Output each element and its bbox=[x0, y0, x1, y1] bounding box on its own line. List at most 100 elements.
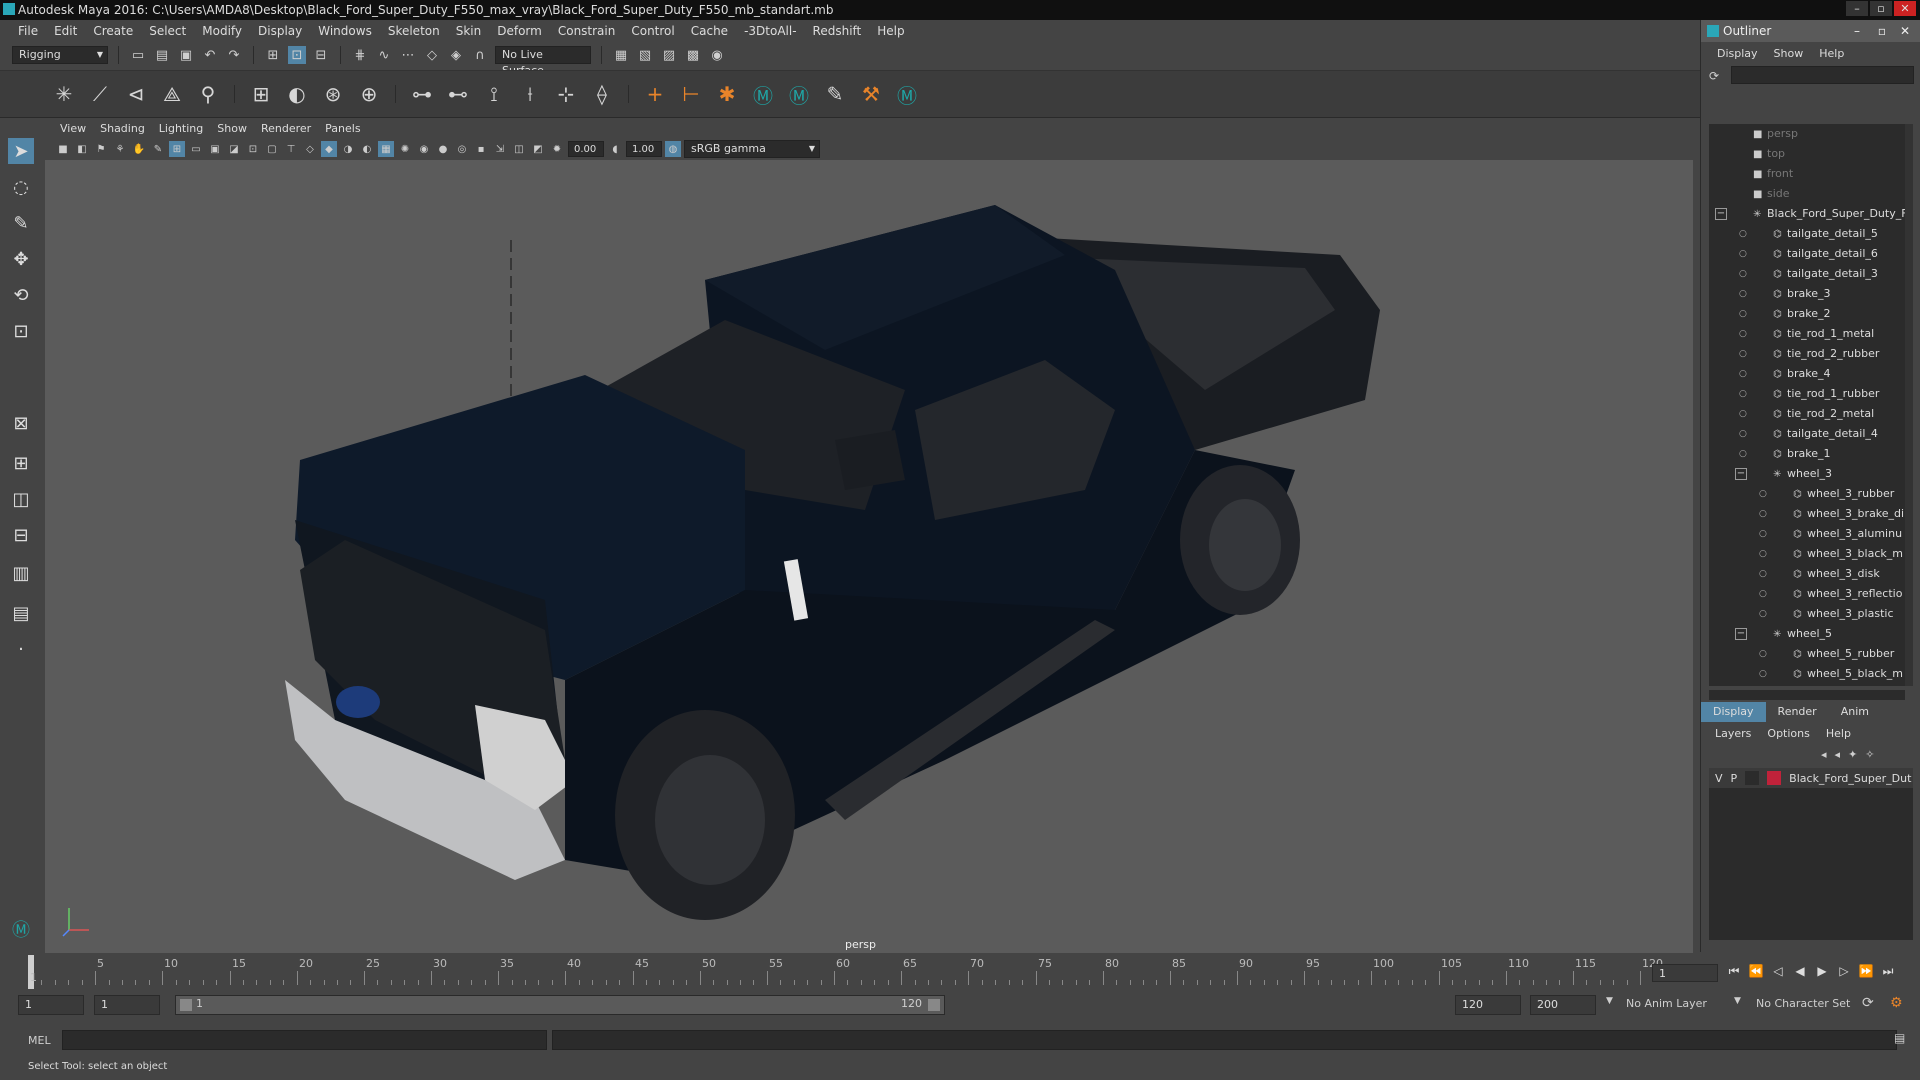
menu-create[interactable]: Create bbox=[85, 24, 141, 38]
locator-icon[interactable]: + bbox=[641, 80, 669, 108]
outliner-item[interactable]: ○ ⌬ wheel_3_reflectio bbox=[1709, 584, 1905, 604]
layer-menu-options[interactable]: Options bbox=[1759, 727, 1817, 740]
menu-display[interactable]: Display bbox=[250, 24, 310, 38]
lasso-tool-icon[interactable]: ◌ bbox=[8, 174, 34, 200]
command-language-label[interactable]: MEL bbox=[28, 1034, 64, 1047]
maximize-icon[interactable]: ▫ bbox=[1870, 1, 1892, 16]
chevron-down-icon[interactable]: ▼ bbox=[1606, 996, 1613, 1006]
minimize-icon[interactable]: – bbox=[1846, 1, 1868, 16]
layer-display-type[interactable] bbox=[1745, 771, 1760, 785]
wire-deformer-icon[interactable]: ⊛ bbox=[319, 80, 347, 108]
hik-character-icon[interactable]: Ⓜ bbox=[893, 80, 921, 108]
go-to-start-icon[interactable]: ⏮ bbox=[1725, 962, 1743, 980]
scale-constraint-icon[interactable]: ⟊ bbox=[516, 80, 544, 108]
outliner-item[interactable]: − ✳ wheel_5 bbox=[1709, 624, 1905, 644]
step-back-frame-icon[interactable]: ◁ bbox=[1769, 962, 1787, 980]
snap-curve-icon[interactable]: ∿ bbox=[375, 46, 393, 64]
outliner-item[interactable]: ○ ⌬ wheel_5_black_m bbox=[1709, 664, 1905, 684]
two-pane-layout-icon[interactable]: ◫ bbox=[8, 486, 34, 512]
viewport[interactable]: persp bbox=[45, 160, 1693, 953]
menu-redshift[interactable]: Redshift bbox=[805, 24, 870, 38]
bind-skin-icon[interactable]: ✱ bbox=[713, 80, 741, 108]
render-view-icon[interactable]: ▩ bbox=[684, 46, 702, 64]
outliner-item[interactable]: ■ top bbox=[1709, 144, 1905, 164]
panel-menu-panels[interactable]: Panels bbox=[318, 122, 367, 135]
snap-view-plane-icon[interactable]: ◇ bbox=[423, 46, 441, 64]
outliner-menu-help[interactable]: Help bbox=[1811, 47, 1852, 60]
menu-cache[interactable]: Cache bbox=[683, 24, 736, 38]
snap-surface-icon[interactable]: ◈ bbox=[447, 46, 465, 64]
outliner-item[interactable]: ○ ⌬ brake_3 bbox=[1709, 284, 1905, 304]
bookmark-icon[interactable]: ⚑ bbox=[93, 141, 109, 157]
menu-set-dropdown[interactable]: Rigging ▼ bbox=[12, 46, 108, 64]
new-layer-from-selection-icon[interactable]: ✧ bbox=[1865, 748, 1874, 761]
mirror-weights-icon[interactable]: ⚒ bbox=[857, 80, 885, 108]
live-surface-field[interactable]: No Live Surface bbox=[495, 46, 591, 77]
menu-file[interactable]: File bbox=[10, 24, 46, 38]
layer-color-swatch[interactable] bbox=[1767, 771, 1782, 785]
pole-vector-icon[interactable]: ⟠ bbox=[588, 80, 616, 108]
orient-joint-icon[interactable]: ⚲ bbox=[194, 80, 222, 108]
go-to-end-icon[interactable]: ⏭ bbox=[1879, 962, 1897, 980]
motion-blur-icon[interactable]: ◉ bbox=[416, 141, 432, 157]
scale-tool-icon[interactable]: ⊡ bbox=[8, 318, 34, 344]
paint-select-tool-icon[interactable]: ✎ bbox=[8, 210, 34, 236]
command-input[interactable] bbox=[62, 1030, 547, 1050]
panel-menu-show[interactable]: Show bbox=[210, 122, 254, 135]
ik-handle-icon[interactable]: ⟋ bbox=[86, 80, 114, 108]
animation-preferences-icon[interactable]: ⚙ bbox=[1890, 995, 1903, 1011]
outliner-menu-display[interactable]: Display bbox=[1709, 47, 1766, 60]
outliner-vertical-scrollbar[interactable] bbox=[1905, 124, 1913, 686]
range-end-handle[interactable] bbox=[928, 999, 940, 1011]
menu-skeleton[interactable]: Skeleton bbox=[380, 24, 448, 38]
outliner-item[interactable]: ○ ⌬ tie_rod_1_rubber bbox=[1709, 384, 1905, 404]
redo-icon[interactable]: ↷ bbox=[225, 46, 243, 64]
anim-layer-dropdown[interactable]: No Anim Layer bbox=[1626, 997, 1707, 1010]
safe-title-icon[interactable]: ⊤ bbox=[283, 141, 299, 157]
filter-icon[interactable]: ⟳ bbox=[1709, 69, 1719, 83]
joint-tool-icon[interactable]: ✳ bbox=[50, 80, 78, 108]
rotate-tool-icon[interactable]: ⟲ bbox=[8, 282, 34, 308]
outliner-menu-show[interactable]: Show bbox=[1766, 47, 1812, 60]
exposure-icon[interactable]: ✹ bbox=[549, 141, 565, 157]
persp-outliner-layout-icon[interactable]: ▥ bbox=[8, 560, 34, 586]
outliner-search-input[interactable] bbox=[1731, 66, 1914, 84]
depth-of-field-icon[interactable]: ◎ bbox=[454, 141, 470, 157]
menu-control[interactable]: Control bbox=[623, 24, 682, 38]
character-set-dropdown[interactable]: No Character Set bbox=[1756, 997, 1850, 1010]
menu-select[interactable]: Select bbox=[141, 24, 194, 38]
step-back-key-icon[interactable]: ⏪ bbox=[1747, 962, 1765, 980]
menu-modify[interactable]: Modify bbox=[194, 24, 250, 38]
hik-control-icon[interactable]: Ⓜ bbox=[785, 80, 813, 108]
create-locator-icon[interactable]: ⊢ bbox=[677, 80, 705, 108]
tab-display[interactable]: Display bbox=[1701, 702, 1766, 722]
outliner-item[interactable]: ■ side bbox=[1709, 184, 1905, 204]
two-d-pan-icon[interactable]: ✋ bbox=[131, 141, 147, 157]
maximize-icon[interactable]: ▫ bbox=[1878, 20, 1886, 42]
panel-menu-view[interactable]: View bbox=[53, 122, 93, 135]
xray-joints-icon[interactable]: ◫ bbox=[511, 141, 527, 157]
chevron-down-icon[interactable]: ▼ bbox=[1734, 996, 1741, 1006]
exposure-field[interactable]: 0.00 bbox=[568, 141, 604, 157]
outliner-item[interactable]: ○ ⌬ wheel_5_rubber bbox=[1709, 644, 1905, 664]
snap-grid-icon[interactable]: ⋕ bbox=[351, 46, 369, 64]
outliner-item[interactable]: − ✳ Black_Ford_Super_Duty_F bbox=[1709, 204, 1905, 224]
open-scene-icon[interactable]: ▤ bbox=[153, 46, 171, 64]
camera-attributes-icon[interactable]: ◧ bbox=[74, 141, 90, 157]
color-management-icon[interactable]: ◍ bbox=[665, 141, 681, 157]
wireframe-icon[interactable]: ◇ bbox=[302, 141, 318, 157]
ipr-render-icon[interactable]: ▨ bbox=[660, 46, 678, 64]
menu-3dtoall[interactable]: -3DtoAll- bbox=[736, 24, 804, 38]
move-layer-down-icon[interactable]: ◂ bbox=[1835, 748, 1841, 761]
four-pane-layout-icon[interactable]: ⊞ bbox=[8, 450, 34, 476]
sculpt-deformer-icon[interactable]: ⊕ bbox=[355, 80, 383, 108]
select-tool-icon[interactable]: ➤ bbox=[8, 138, 34, 164]
field-chart-icon[interactable]: ⊡ bbox=[245, 141, 261, 157]
outliner-item[interactable]: − ✳ wheel_3 bbox=[1709, 464, 1905, 484]
tab-anim[interactable]: Anim bbox=[1829, 702, 1881, 722]
outliner-item[interactable]: ○ ⌬ tie_rod_1_metal bbox=[1709, 324, 1905, 344]
outliner-item[interactable]: ○ ⌬ brake_2 bbox=[1709, 304, 1905, 324]
close-icon[interactable]: ✕ bbox=[1900, 20, 1910, 42]
xray-icon[interactable]: ⇲ bbox=[492, 141, 508, 157]
outliner-item[interactable]: ○ ⌬ tailgate_detail_4 bbox=[1709, 424, 1905, 444]
